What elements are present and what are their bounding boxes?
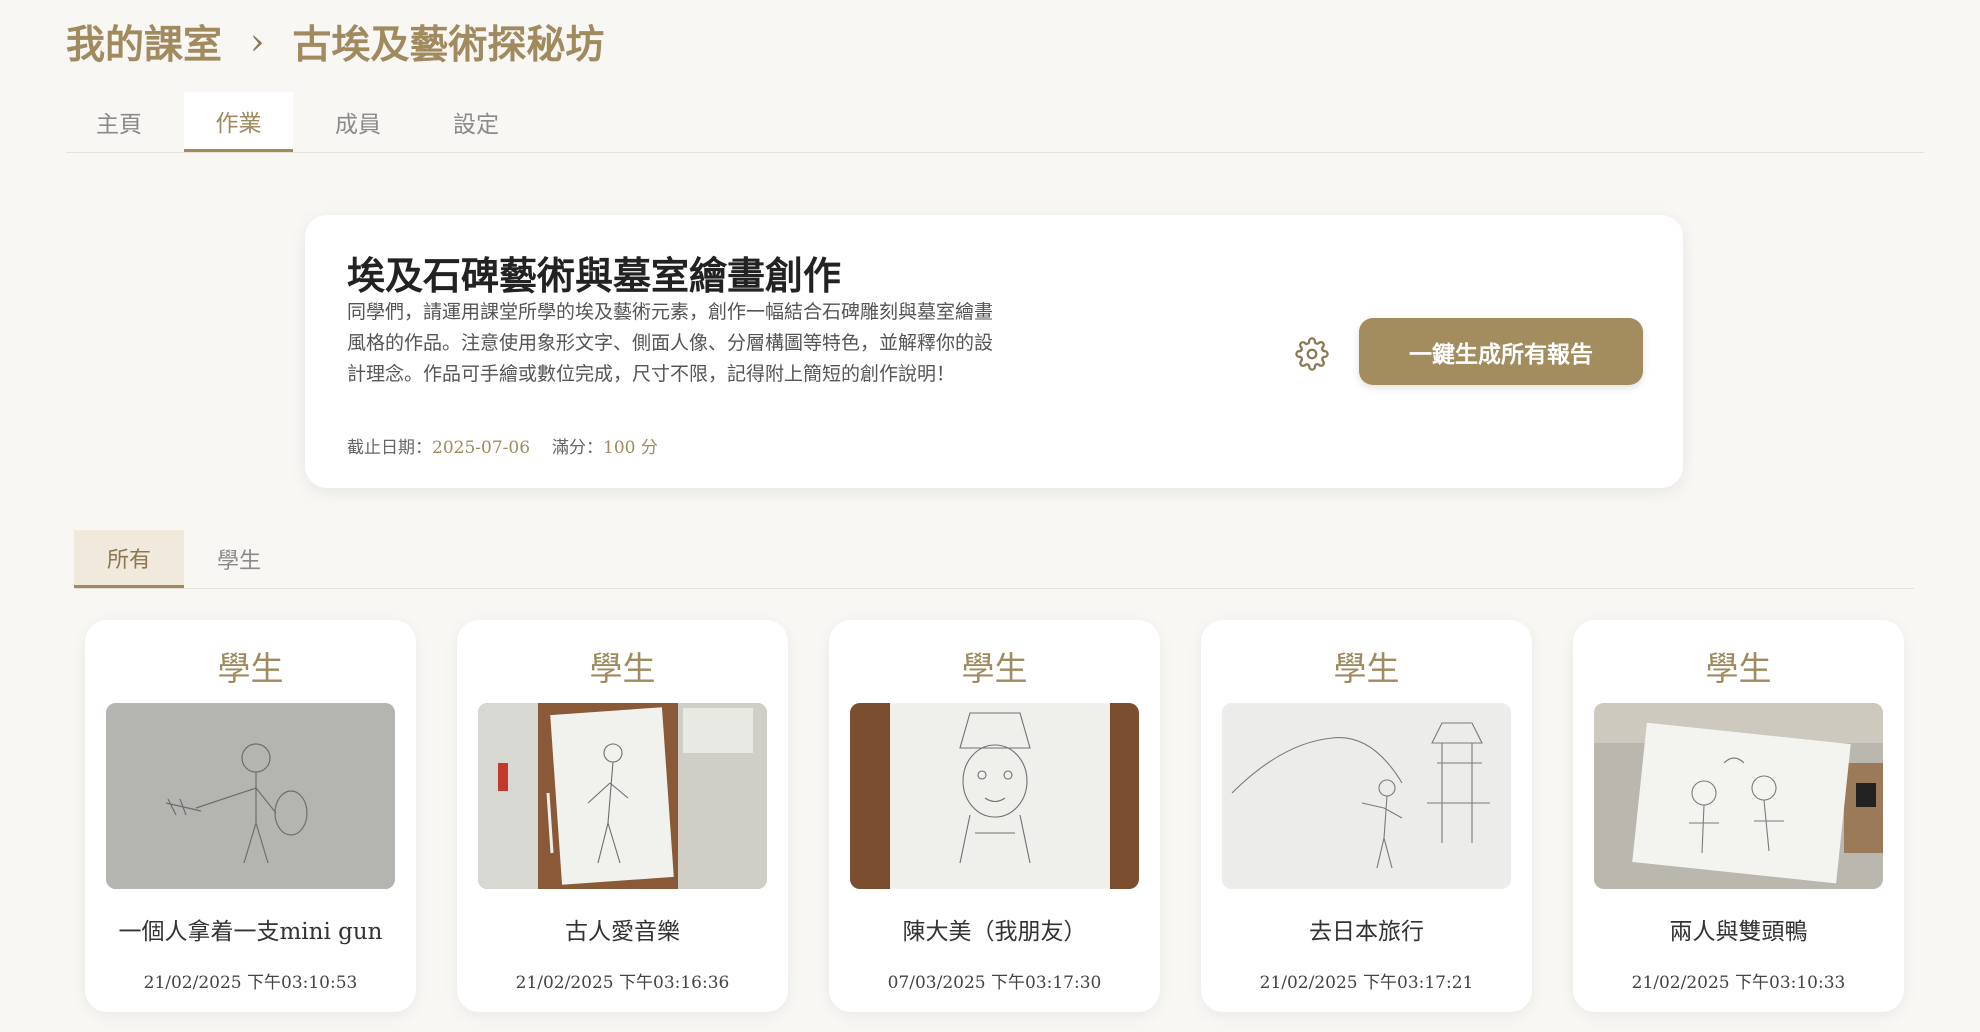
submission-title: 去日本旅行 (1309, 919, 1424, 945)
submission-time: 07/03/2025 下午03:17:30 (887, 973, 1102, 993)
submission-role: 學生 (217, 649, 284, 688)
due-date-group: 截止日期：2025-07-06 (347, 433, 530, 458)
classroom-tabs: 主頁 作業 成員 設定 (66, 92, 1924, 153)
score-value: 100 分 (603, 438, 658, 458)
submission-card[interactable]: 學生 去日本旅行 21/02/2025 下午03:17:21 (1201, 620, 1532, 1012)
breadcrumb-separator: › (250, 21, 265, 63)
assignment-description: 同學們，請運用課堂所學的埃及藝術元素，創作一幅結合石碑雕刻與墓室繪畫風格的作品。… (347, 301, 994, 385)
assignment-meta: 截止日期：2025-07-06 滿分：100 分 (347, 433, 658, 458)
breadcrumb: 我的課室 › 古埃及藝術探秘坊 (66, 14, 604, 70)
submission-time: 21/02/2025 下午03:10:53 (143, 973, 358, 993)
submission-role: 學生 (1705, 649, 1772, 688)
score-group: 滿分：100 分 (552, 433, 658, 458)
submission-time: 21/02/2025 下午03:10:33 (1631, 973, 1846, 993)
submission-role: 學生 (1333, 649, 1400, 688)
submission-role: 學生 (961, 649, 1028, 688)
submission-title: 陳大美（我朋友） (902, 919, 1087, 945)
filter-tab-all[interactable]: 所有 (74, 530, 184, 588)
submission-card[interactable]: 學生 兩人與雙頭鴨 21/02/2025 下午03:10:33 (1573, 620, 1904, 1012)
due-date-value: 2025-07-06 (432, 438, 531, 458)
submission-filter-tabs: 所有 學生 (74, 530, 1914, 589)
submission-image[interactable] (1594, 703, 1883, 889)
submission-image[interactable] (478, 703, 767, 889)
submission-grid: 學生 一個人拿着一支mini gun 21/02/2025 下午03:10:53… (85, 620, 1904, 1012)
due-date-label: 截止日期： (347, 438, 432, 458)
gear-icon[interactable] (1295, 337, 1329, 371)
submission-role: 學生 (589, 649, 656, 688)
submission-image[interactable] (1222, 703, 1511, 889)
breadcrumb-root-link[interactable]: 我的課室 (66, 14, 222, 70)
tab-members[interactable]: 成員 (305, 92, 411, 152)
tab-assignments[interactable]: 作業 (184, 92, 293, 152)
filter-tab-students[interactable]: 學生 (184, 530, 294, 588)
submission-time: 21/02/2025 下午03:17:21 (1259, 973, 1474, 993)
submission-title: 兩人與雙頭鴨 (1669, 919, 1808, 945)
submission-time: 21/02/2025 下午03:16:36 (515, 973, 730, 993)
submission-card[interactable]: 學生 古人愛音樂 21/02/2025 下午03:16:36 (457, 620, 788, 1012)
submission-title: 古人愛音樂 (565, 919, 680, 945)
assignment-card: 埃及石碑藝術與墓室繪畫創作 同學們，請運用課堂所學的埃及藝術元素，創作一幅結合石… (305, 215, 1683, 488)
tab-home[interactable]: 主頁 (66, 92, 172, 152)
submission-image[interactable] (106, 703, 395, 889)
submission-card[interactable]: 學生 一個人拿着一支mini gun 21/02/2025 下午03:10:53 (85, 620, 416, 1012)
score-label: 滿分： (552, 438, 604, 458)
submission-image[interactable] (850, 703, 1139, 889)
breadcrumb-current: 古埃及藝術探秘坊 (292, 22, 605, 68)
submission-title: 一個人拿着一支mini gun (118, 919, 383, 945)
tab-settings[interactable]: 設定 (423, 92, 529, 152)
generate-all-reports-button[interactable]: 一鍵生成所有報告 (1359, 318, 1643, 385)
submission-card[interactable]: 學生 陳大美（我朋友） 07/03/2025 下午03:17:30 (829, 620, 1160, 1012)
assignment-title: 埃及石碑藝術與墓室繪畫創作 (347, 253, 842, 298)
